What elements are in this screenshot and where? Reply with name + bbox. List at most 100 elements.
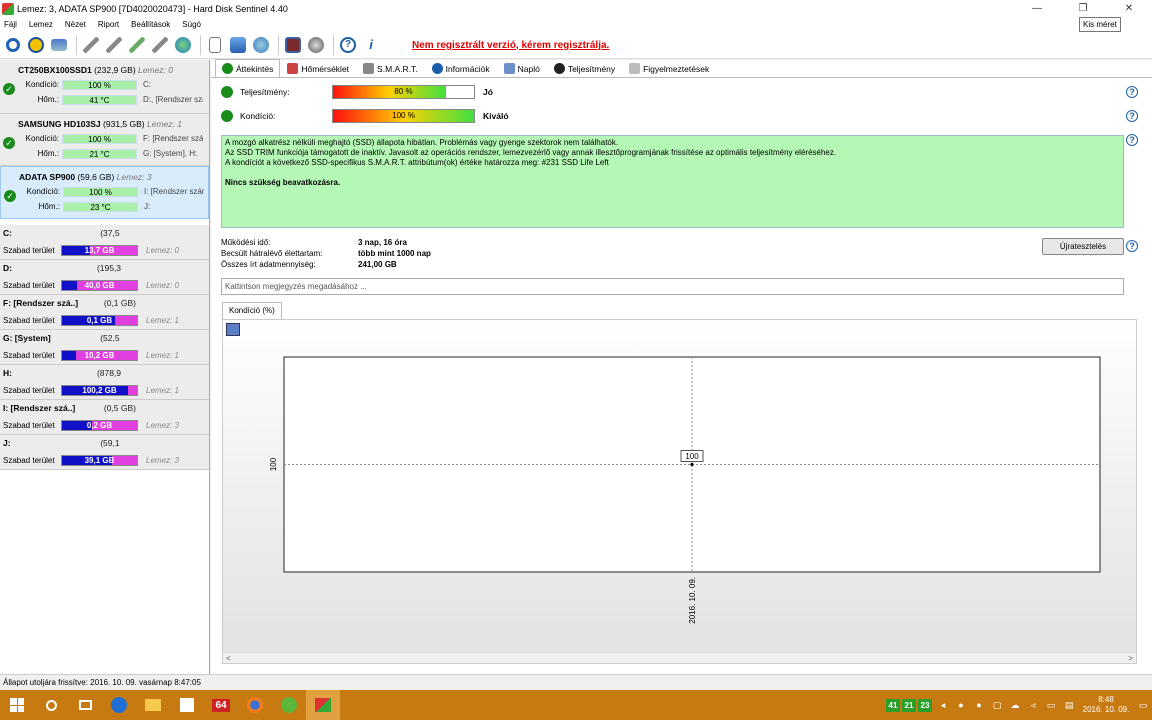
- help-icon[interactable]: ?: [1126, 86, 1138, 98]
- menu-report[interactable]: Riport: [98, 20, 119, 29]
- fact-value: 241,00 GB: [358, 260, 397, 269]
- free-space-label: Szabad terület: [3, 455, 55, 465]
- task-view-button[interactable]: [68, 690, 102, 720]
- free-space-label: Szabad terület: [3, 315, 55, 325]
- volume-item[interactable]: H: (878,9 GB) Szabad terület 100,2 GB Lemez:…: [0, 365, 209, 400]
- disk-name: CT250BX100SSD1: [18, 65, 92, 75]
- tab-overview[interactable]: Áttekintés: [215, 59, 281, 77]
- tray-volume-icon[interactable]: ◃: [1024, 700, 1042, 711]
- help-button[interactable]: ?: [338, 35, 358, 55]
- volume-size: (0,1 GB): [103, 298, 136, 308]
- info-button[interactable]: i: [361, 35, 381, 55]
- smart-icon: [363, 63, 375, 74]
- free-space-value: 39,1 GB: [84, 455, 115, 465]
- toolbar-separator: [333, 35, 334, 55]
- comment-input[interactable]: Kattintson megjegyzés megadásához ...: [221, 278, 1124, 295]
- volume-item[interactable]: I: [Rendszer szá..] (0,5 GB) Szabad terüle…: [0, 400, 209, 435]
- edge-button[interactable]: [102, 690, 136, 720]
- tray-temp-2[interactable]: 21: [902, 698, 916, 712]
- disk-icon: [51, 39, 67, 51]
- tab-log[interactable]: Napló: [497, 60, 547, 77]
- chip-icon: [285, 37, 301, 53]
- horizontal-scrollbar[interactable]: < >: [223, 652, 1136, 663]
- menu-view[interactable]: Nézet: [65, 20, 86, 29]
- help-icon[interactable]: ?: [1126, 134, 1138, 146]
- volume-item[interactable]: F: [Rendszer szá..] (0,1 GB) Szabad terüle…: [0, 295, 209, 330]
- tray-expand-icon[interactable]: ◂: [934, 700, 952, 711]
- disk-item[interactable]: CT250BX100SSD1 (232,9 GB) Lemez: 0 ✓ Kon…: [0, 60, 209, 114]
- disk-item-selected[interactable]: ADATA SP900 (59,6 GB) Lemez: 3 ✓ Kondíci…: [0, 166, 209, 219]
- scroll-right-arrow[interactable]: >: [1128, 654, 1133, 663]
- utorrent-button[interactable]: [272, 690, 306, 720]
- registration-link[interactable]: Nem regisztrált verzió, kérem regisztrál…: [412, 40, 609, 51]
- chart-tab-condition[interactable]: Kondíció (%): [222, 302, 282, 319]
- tab-label: Teljesítmény: [567, 63, 616, 74]
- tab-alerts[interactable]: Figyelmeztetések: [622, 60, 716, 77]
- web-button[interactable]: [173, 35, 193, 55]
- store-button[interactable]: [170, 690, 204, 720]
- settings-button[interactable]: [306, 35, 326, 55]
- sync-button[interactable]: [228, 35, 248, 55]
- clock[interactable]: 8:48 2016. 10. 09.: [1078, 695, 1134, 715]
- chip-button[interactable]: [283, 35, 303, 55]
- menu-settings[interactable]: Beállítások: [131, 20, 170, 29]
- tab-performance[interactable]: Teljesítmény: [547, 60, 622, 77]
- performance-rating: Jó: [483, 87, 493, 97]
- app-64-button[interactable]: 64: [204, 690, 238, 720]
- tool-button-1[interactable]: [81, 35, 101, 55]
- report-button[interactable]: [205, 35, 225, 55]
- tray-network-icon[interactable]: ▢: [988, 700, 1006, 711]
- retest-button[interactable]: Újratesztelés: [1042, 238, 1124, 255]
- info-icon: [431, 63, 443, 74]
- tab-bar: Áttekintés Hőmérséklet S.M.A.R.T. Inform…: [211, 59, 1152, 78]
- world-button[interactable]: [251, 35, 271, 55]
- tray-temp-3[interactable]: 23: [918, 698, 932, 712]
- tray-language-icon[interactable]: ▤: [1060, 700, 1078, 711]
- minimize-button[interactable]: —: [1014, 0, 1060, 17]
- wrench-icon: [129, 37, 145, 53]
- data-point: [690, 462, 694, 467]
- alert-button[interactable]: [26, 35, 46, 55]
- tray-cloud-icon[interactable]: ☁: [1006, 700, 1024, 711]
- explorer-button[interactable]: [136, 690, 170, 720]
- volume-item[interactable]: J: (59,1 GB) Szabad terület 39,1 GB Lemez: 3: [0, 435, 209, 470]
- tab-smart[interactable]: S.M.A.R.T.: [356, 60, 425, 77]
- menu-file[interactable]: Fájl: [4, 20, 17, 29]
- folder-icon: [145, 699, 161, 711]
- tray-temp-1[interactable]: 41: [886, 698, 900, 712]
- help-icon[interactable]: ?: [1126, 110, 1138, 122]
- tray-monitor-icon[interactable]: ▭: [1042, 700, 1060, 711]
- firefox-button[interactable]: [238, 690, 272, 720]
- fact-label: Becsült hátralévő élettartam:: [221, 249, 323, 258]
- tab-temperature[interactable]: Hőmérséklet: [280, 60, 356, 77]
- volume-item[interactable]: C: (37,5 GB) Szabad terület 13,7 GB Lemez: 0: [0, 225, 209, 260]
- wrench-icon: [152, 37, 168, 53]
- scroll-left-arrow[interactable]: <: [226, 654, 231, 663]
- search-button[interactable]: [34, 690, 68, 720]
- fact-value: 3 nap, 16 óra: [358, 238, 407, 247]
- tray-shield-icon[interactable]: ●: [952, 700, 970, 710]
- sync-icon: [230, 37, 246, 53]
- fact-label: Működési idő:: [221, 238, 271, 247]
- condition-row: Kondíció: 100 % Kiváló: [221, 108, 509, 124]
- tool-button-3[interactable]: [127, 35, 147, 55]
- ok-icon: ✓: [3, 137, 15, 149]
- volume-item[interactable]: D: (195,3 GB) Szabad terület 40,0 GB Lemez: …: [0, 260, 209, 295]
- refresh-button[interactable]: [3, 35, 23, 55]
- close-button[interactable]: ✕: [1106, 0, 1152, 17]
- tool-button-4[interactable]: [150, 35, 170, 55]
- tab-information[interactable]: Információk: [425, 60, 497, 77]
- hds-taskbar-button[interactable]: [306, 690, 340, 720]
- disk-name: ADATA SP900: [19, 172, 76, 182]
- volume-item[interactable]: G: [System] (52,5 GB) Szabad terület 10,2 G…: [0, 330, 209, 365]
- tool-button-2[interactable]: [104, 35, 124, 55]
- menu-help[interactable]: Súgó: [182, 20, 201, 29]
- start-button[interactable]: [0, 690, 34, 720]
- disk-item[interactable]: SAMSUNG HD103SJ (931,5 GB) Lemez: 1 ✓ Ko…: [0, 114, 209, 166]
- restore-button[interactable]: ❐: [1060, 0, 1106, 17]
- menu-disk[interactable]: Lemez: [29, 20, 53, 29]
- notification-icon[interactable]: ▭: [1134, 700, 1152, 711]
- tray-app-icon[interactable]: ●: [970, 700, 988, 710]
- help-icon[interactable]: ?: [1126, 240, 1138, 252]
- disk-button[interactable]: [49, 35, 69, 55]
